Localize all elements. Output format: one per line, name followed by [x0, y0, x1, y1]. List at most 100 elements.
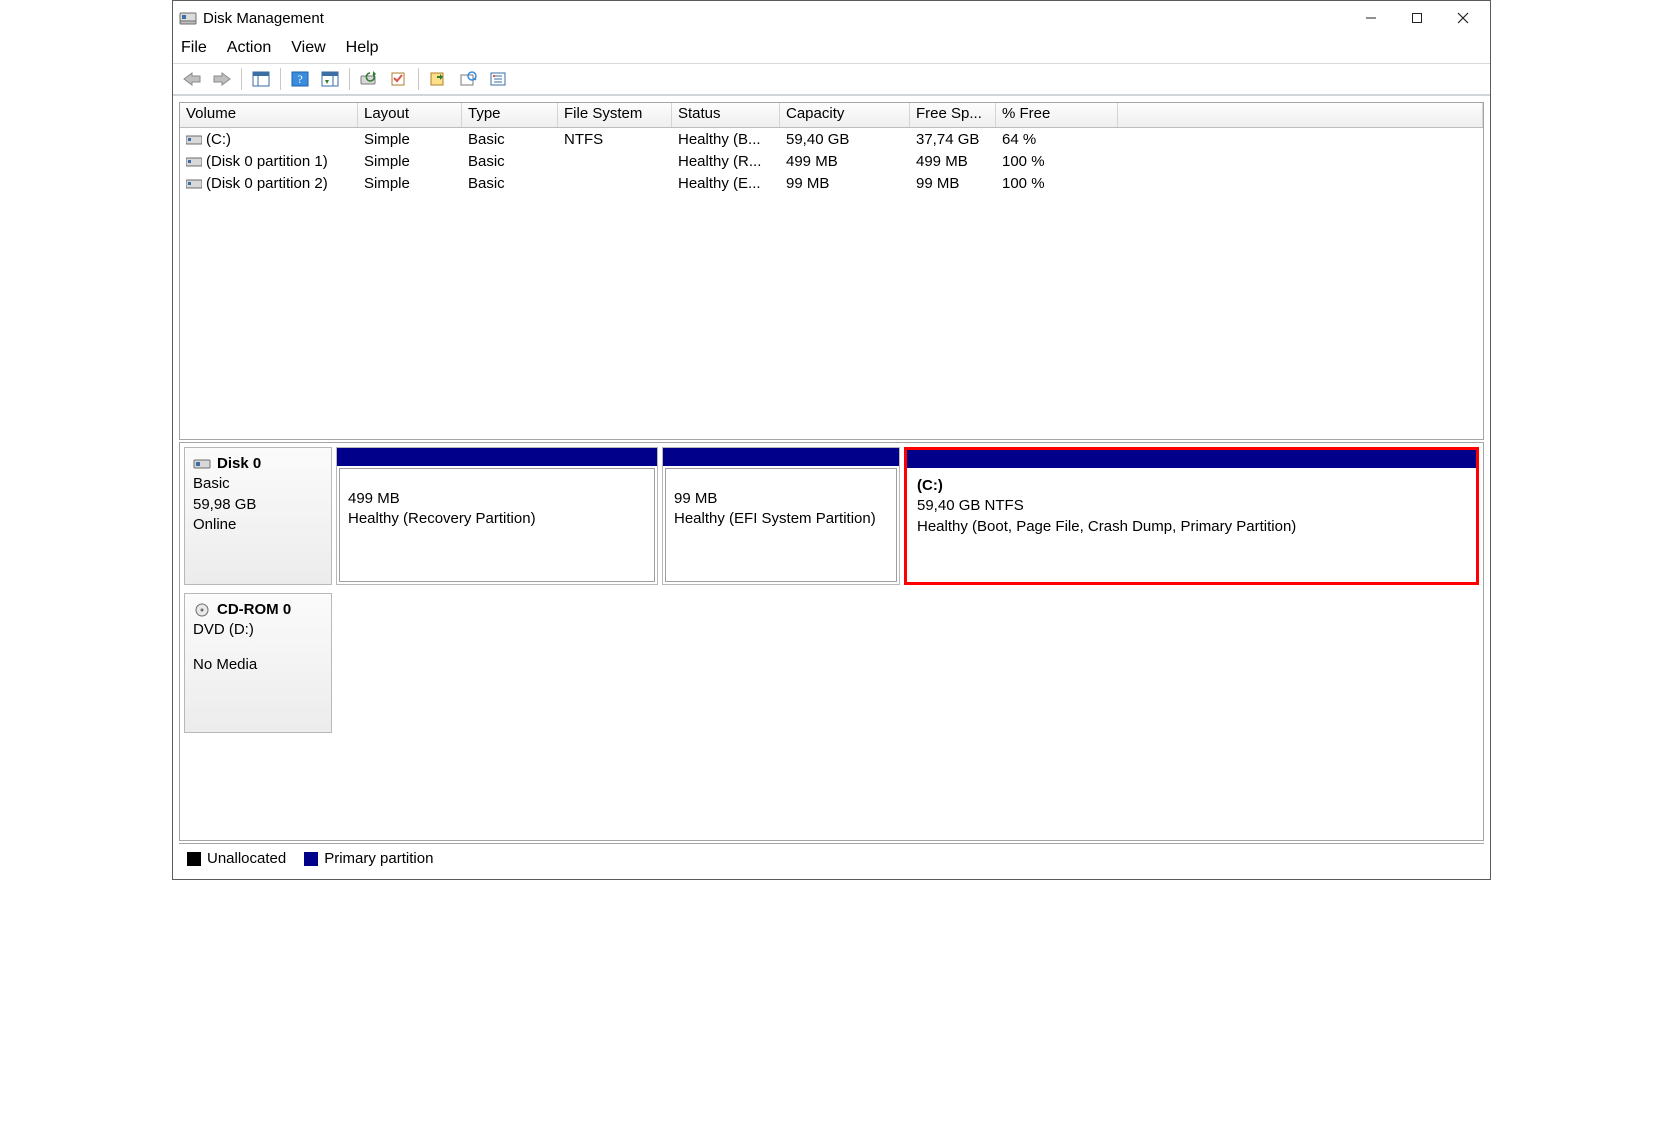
col-header-type[interactable]: Type	[462, 103, 558, 127]
create-vhd-button[interactable]	[425, 67, 451, 91]
menu-view[interactable]: View	[291, 39, 325, 57]
partition-size: 99 MB	[674, 489, 888, 509]
titlebar: Disk Management	[173, 1, 1490, 35]
cdrom0-name: CD-ROM 0	[217, 600, 291, 620]
col-header-layout[interactable]: Layout	[358, 103, 462, 127]
volume-row[interactable]: (C:)SimpleBasicNTFSHealthy (B...59,40 GB…	[180, 128, 1483, 150]
partition-body: 99 MBHealthy (EFI System Partition)	[665, 468, 897, 582]
swatch-unallocated	[187, 852, 201, 866]
partition-color-bar	[663, 448, 899, 466]
legend-primary: Primary partition	[304, 850, 433, 867]
partition-color-bar	[907, 450, 1476, 468]
volume-status: Healthy (E...	[672, 175, 780, 192]
show-hide-action-pane-button[interactable]	[317, 67, 343, 91]
disk-icon	[193, 457, 211, 471]
legend: Unallocated Primary partition	[179, 843, 1484, 873]
refresh-button[interactable]	[356, 67, 382, 91]
toolbar: ?	[173, 64, 1490, 96]
minimize-button[interactable]	[1348, 1, 1394, 35]
volume-list-header: Volume Layout Type File System Status Ca…	[180, 103, 1483, 128]
menu-file[interactable]: File	[181, 39, 207, 57]
volume-freesp: 37,74 GB	[910, 131, 996, 148]
cdrom0-info[interactable]: CD-ROM 0 DVD (D:) No Media	[184, 593, 332, 733]
window-controls	[1348, 1, 1486, 35]
swatch-primary	[304, 852, 318, 866]
cdrom0-state: No Media	[193, 655, 323, 675]
volume-pctfree: 64 %	[996, 131, 1118, 148]
volume-layout: Simple	[358, 131, 462, 148]
app-icon	[179, 10, 197, 26]
volume-layout: Simple	[358, 153, 462, 170]
volume-status: Healthy (R...	[672, 153, 780, 170]
volume-row[interactable]: (Disk 0 partition 2) SimpleBasic Healthy (…	[180, 172, 1483, 194]
partition-body: (C:)59,40 GB NTFSHealthy (Boot, Page Fil…	[907, 468, 1476, 582]
partition-label: (C:)	[917, 476, 1466, 496]
partition[interactable]: 499 MBHealthy (Recovery Partition)	[336, 447, 658, 585]
volume-capacity: 499 MB	[780, 153, 910, 170]
col-header-volume[interactable]: Volume	[180, 103, 358, 127]
toolbar-separator	[349, 68, 350, 90]
partition-size: 59,40 GB NTFS	[917, 496, 1466, 516]
col-header-spacer	[1118, 103, 1483, 127]
disk-management-window: Disk Management File Action View Help	[172, 0, 1491, 880]
legend-unallocated: Unallocated	[187, 850, 286, 867]
col-header-pctfree[interactable]: % Free	[996, 103, 1118, 127]
help-button[interactable]: ?	[287, 67, 313, 91]
show-hide-console-tree-button[interactable]	[248, 67, 274, 91]
disk-row-disk0: Disk 0 Basic 59,98 GB Online 499 MBHealt…	[180, 443, 1483, 589]
col-header-status[interactable]: Status	[672, 103, 780, 127]
toolbar-separator	[280, 68, 281, 90]
disk0-info[interactable]: Disk 0 Basic 59,98 GB Online	[184, 447, 332, 585]
disk-row-cdrom0: CD-ROM 0 DVD (D:) No Media	[180, 589, 1483, 747]
maximize-button[interactable]	[1394, 1, 1440, 35]
disk0-partitions: 499 MBHealthy (Recovery Partition)99 MBH…	[336, 447, 1479, 585]
back-button[interactable]	[179, 67, 205, 91]
forward-button[interactable]	[209, 67, 235, 91]
col-header-fs[interactable]: File System	[558, 103, 672, 127]
col-header-capacity[interactable]: Capacity	[780, 103, 910, 127]
col-header-freesp[interactable]: Free Sp...	[910, 103, 996, 127]
disk0-type: Basic	[193, 474, 323, 494]
graphical-view: Disk 0 Basic 59,98 GB Online 499 MBHealt…	[179, 442, 1484, 841]
svg-text:?: ?	[297, 72, 302, 86]
volume-name: (C:)	[206, 131, 231, 148]
menu-action[interactable]: Action	[227, 39, 271, 57]
volume-pctfree: 100 %	[996, 175, 1118, 192]
disk0-state: Online	[193, 515, 323, 535]
drive-icon	[186, 178, 202, 190]
menubar: File Action View Help	[173, 35, 1490, 64]
partition-size: 499 MB	[348, 489, 646, 509]
window-title: Disk Management	[203, 10, 1348, 27]
toolbar-separator	[241, 68, 242, 90]
volume-freesp: 99 MB	[910, 175, 996, 192]
close-button[interactable]	[1440, 1, 1486, 35]
partition[interactable]: (C:)59,40 GB NTFSHealthy (Boot, Page Fil…	[904, 447, 1479, 585]
volume-capacity: 99 MB	[780, 175, 910, 192]
partition[interactable]: 99 MBHealthy (EFI System Partition)	[662, 447, 900, 585]
volume-pctfree: 100 %	[996, 153, 1118, 170]
attach-vhd-button[interactable]	[455, 67, 481, 91]
drive-icon	[186, 134, 202, 146]
volume-name: (Disk 0 partition 1)	[206, 153, 328, 170]
volume-fs: NTFS	[558, 131, 672, 148]
volume-row[interactable]: (Disk 0 partition 1) SimpleBasic Healthy (…	[180, 150, 1483, 172]
partition-status: Healthy (Boot, Page File, Crash Dump, Pr…	[917, 517, 1466, 537]
cdrom0-body[interactable]	[336, 593, 1479, 743]
toolbar-separator	[418, 68, 419, 90]
partition-body: 499 MBHealthy (Recovery Partition)	[339, 468, 655, 582]
drive-icon	[186, 156, 202, 168]
volume-list[interactable]: Volume Layout Type File System Status Ca…	[179, 102, 1484, 440]
volume-layout: Simple	[358, 175, 462, 192]
volume-status: Healthy (B...	[672, 131, 780, 148]
volume-name: (Disk 0 partition 2)	[206, 175, 328, 192]
disk0-name: Disk 0	[217, 454, 261, 474]
partition-status: Healthy (Recovery Partition)	[348, 509, 646, 529]
cdrom0-type: DVD (D:)	[193, 620, 323, 640]
menu-help[interactable]: Help	[346, 39, 379, 57]
volume-type: Basic	[462, 175, 558, 192]
settings-button[interactable]	[485, 67, 511, 91]
rescan-disks-button[interactable]	[386, 67, 412, 91]
partition-status: Healthy (EFI System Partition)	[674, 509, 888, 529]
volume-type: Basic	[462, 153, 558, 170]
volume-type: Basic	[462, 131, 558, 148]
